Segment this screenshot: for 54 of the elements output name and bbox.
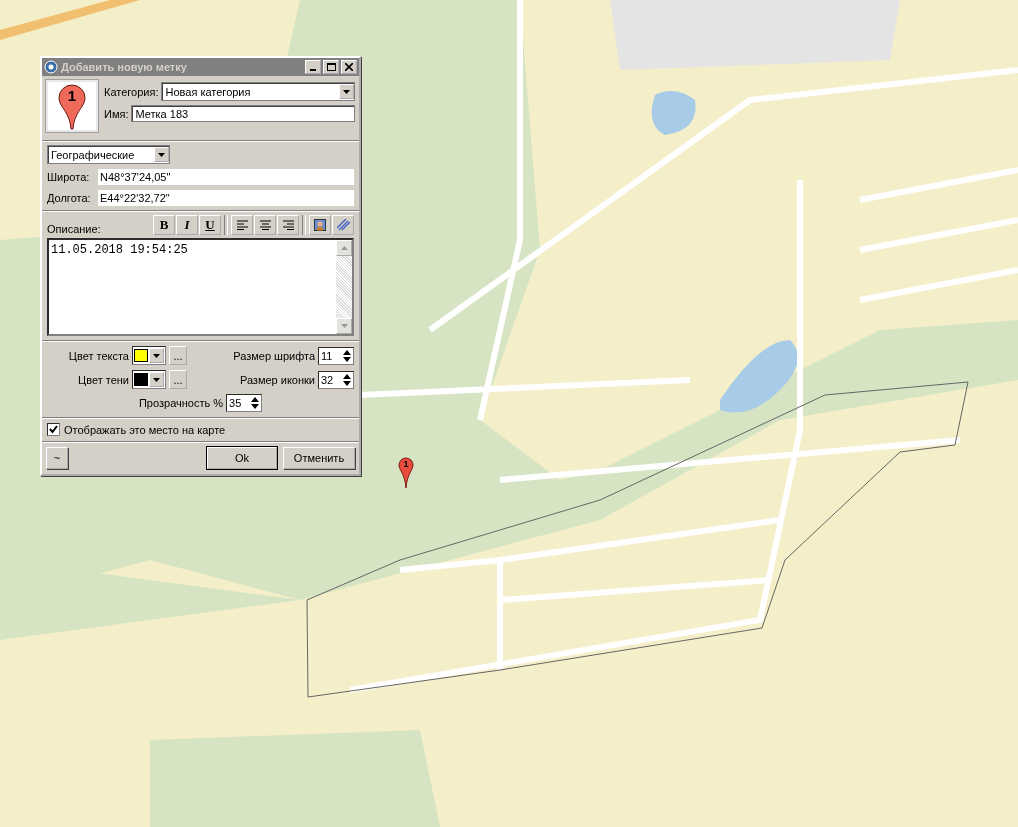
caret-icon — [153, 377, 160, 382]
scroll-down-icon — [340, 324, 348, 328]
align-left-icon[interactable] — [231, 215, 253, 235]
caret-icon — [153, 353, 160, 358]
close-button[interactable] — [341, 60, 357, 74]
maximize-icon — [326, 63, 336, 71]
scroll-up-icon — [340, 246, 348, 250]
image-icon[interactable] — [309, 215, 331, 235]
font-size-spinner[interactable]: 11 — [318, 346, 354, 365]
field-label: Описание: — [47, 223, 101, 235]
align-center-icon[interactable] — [254, 215, 276, 235]
coordinate-format-dropdown[interactable]: Географические — [47, 145, 170, 164]
checkbox-label: Отображать это место на карте — [64, 423, 226, 436]
shadow-color-picker[interactable] — [132, 370, 166, 389]
more-colors-button[interactable]: ... — [169, 346, 187, 365]
format-button[interactable]: I — [176, 215, 198, 235]
close-icon — [345, 63, 353, 71]
app-icon — [44, 60, 58, 74]
marker-number: 1 — [66, 87, 78, 104]
scrollbar[interactable] — [336, 240, 352, 334]
caret-icon — [343, 89, 350, 94]
minimize-button[interactable] — [305, 60, 321, 74]
field-label: Прозрачность % — [138, 397, 224, 409]
icon-size-spinner[interactable]: 32 — [318, 370, 354, 389]
format-button[interactable]: B — [153, 215, 175, 235]
field-label: Размер иконки — [239, 373, 315, 386]
more-colors-button[interactable]: ... — [169, 370, 187, 389]
marker-icon-preview[interactable]: 1 — [46, 80, 98, 132]
align-right-icon[interactable] — [277, 215, 299, 235]
cancel-button[interactable]: Отменить — [283, 447, 355, 469]
maximize-button[interactable] — [323, 60, 339, 74]
field-label: Цвет тени — [78, 373, 129, 386]
ok-button[interactable]: Ok — [207, 447, 277, 469]
marker-number: 1 — [402, 458, 410, 470]
field-label: Размер шрифта — [233, 349, 315, 362]
field-label: Широта: — [47, 171, 91, 183]
opacity-spinner[interactable]: 35 — [226, 394, 263, 412]
text-color-picker[interactable] — [132, 346, 166, 365]
field-label: Долгота: — [47, 192, 92, 204]
map-pin-icon[interactable]: 1 — [398, 457, 414, 489]
checkbox[interactable] — [47, 423, 60, 436]
description-field[interactable]: 11.05.2018 19:54:25 — [47, 238, 354, 336]
tilde-button[interactable]: ~ — [46, 447, 68, 469]
field-label: Категория: — [104, 85, 159, 98]
caret-icon — [158, 152, 165, 157]
field-label: Цвет текста — [68, 349, 129, 362]
format-button[interactable]: U — [199, 215, 221, 235]
longitude-field[interactable]: E44°22'32,72" — [98, 190, 354, 206]
category-dropdown[interactable]: Новая категория — [161, 82, 355, 101]
window-title: Добавить новую метку — [61, 61, 188, 73]
field-label: Имя: — [104, 107, 129, 120]
name-field[interactable]: Метка 183 — [131, 105, 355, 122]
link-icon[interactable] — [332, 215, 354, 235]
latitude-field[interactable]: N48°37'24,05" — [98, 169, 354, 185]
